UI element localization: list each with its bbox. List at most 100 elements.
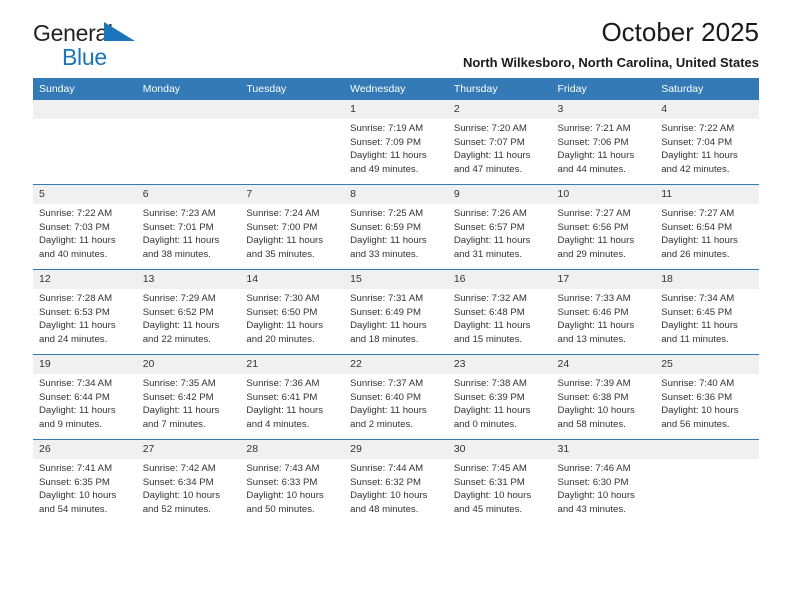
calendar-day-cell[interactable]: 20 Sunrise: 7:35 AM Sunset: 6:42 PM Dayligh…: [136, 354, 241, 440]
daylight-text-line1: Daylight: 11 hours: [246, 235, 324, 247]
day-number: 4: [655, 100, 759, 120]
day-number: [33, 100, 137, 119]
daylight-text-line1: Daylight: 11 hours: [661, 320, 738, 332]
sunrise-text: Sunrise: 7:20 AM: [453, 123, 527, 135]
day-details: Sunrise: 7:31 AM Sunset: 6:49 PM Daylight:…: [344, 289, 448, 346]
daylight-text-line1: Daylight: 11 hours: [661, 150, 738, 162]
sunrise-text: Sunrise: 7:27 AM: [557, 208, 631, 220]
calendar-day-cell[interactable]: 8 Sunrise: 7:25 AM Sunset: 6:59 PM Daylight…: [344, 184, 448, 270]
sunset-text: Sunset: 6:40 PM: [350, 391, 422, 403]
daylight-text-line2: and 48 minutes.: [350, 503, 419, 515]
calendar-day-cell[interactable]: 29 Sunrise: 7:44 AM Sunset: 6:32 PM Dayligh…: [344, 439, 448, 524]
calendar-day-cell-empty: [240, 100, 345, 185]
sunset-text: Sunset: 7:01 PM: [142, 221, 214, 233]
sunrise-text: Sunrise: 7:22 AM: [661, 123, 735, 135]
calendar-day-cell[interactable]: 16 Sunrise: 7:32 AM Sunset: 6:48 PM Dayligh…: [447, 269, 552, 355]
sunset-text: Sunset: 6:56 PM: [557, 221, 629, 233]
calendar-day-cell[interactable]: 17 Sunrise: 7:33 AM Sunset: 6:46 PM Dayligh…: [551, 269, 656, 355]
daylight-text-line1: Daylight: 10 hours: [142, 490, 221, 502]
sunset-text: Sunset: 6:39 PM: [453, 391, 525, 403]
daylight-text-line1: Daylight: 11 hours: [39, 235, 116, 247]
day-number: 20: [136, 355, 241, 375]
sunrise-text: Sunrise: 7:44 AM: [350, 463, 424, 475]
calendar-week-row: 12 Sunrise: 7:28 AM Sunset: 6:53 PM Dayligh…: [33, 269, 759, 355]
sunrise-text: Sunrise: 7:24 AM: [246, 208, 320, 220]
day-details: Sunrise: 7:34 AM Sunset: 6:45 PM Daylight:…: [655, 289, 759, 346]
daylight-text-line2: and 42 minutes.: [661, 163, 730, 175]
sunset-text: Sunset: 6:50 PM: [246, 306, 318, 318]
calendar-day-cell[interactable]: 3 Sunrise: 7:21 AM Sunset: 7:06 PM Daylight…: [551, 100, 656, 185]
daylight-text-line1: Daylight: 11 hours: [661, 235, 738, 247]
day-number: 6: [136, 185, 241, 205]
day-details: Sunrise: 7:36 AM Sunset: 6:41 PM Daylight:…: [240, 374, 344, 431]
calendar-day-cell[interactable]: 14 Sunrise: 7:30 AM Sunset: 6:50 PM Dayligh…: [240, 269, 345, 355]
sunset-text: Sunset: 7:03 PM: [39, 221, 110, 233]
day-details: Sunrise: 7:25 AM Sunset: 6:59 PM Daylight:…: [344, 204, 448, 261]
day-details: Sunrise: 7:29 AM Sunset: 6:52 PM Daylight:…: [137, 289, 241, 346]
calendar-day-cell[interactable]: 1 Sunrise: 7:19 AM Sunset: 7:09 PM Daylight…: [344, 100, 448, 185]
sunset-text: Sunset: 7:04 PM: [661, 136, 733, 148]
calendar-day-cell[interactable]: 5 Sunrise: 7:22 AM Sunset: 7:03 PM Daylight…: [33, 184, 137, 270]
calendar-day-cell[interactable]: 21 Sunrise: 7:36 AM Sunset: 6:41 PM Dayligh…: [240, 354, 345, 440]
brand-logo[interactable]: General Blue: [33, 22, 223, 72]
sunrise-text: Sunrise: 7:25 AM: [350, 208, 424, 220]
calendar-day-cell[interactable]: 30 Sunrise: 7:45 AM Sunset: 6:31 PM Dayligh…: [447, 439, 552, 524]
sunrise-text: Sunrise: 7:30 AM: [246, 293, 320, 305]
calendar-day-cell[interactable]: 26 Sunrise: 7:41 AM Sunset: 6:35 PM Dayligh…: [33, 439, 137, 524]
calendar-day-cell-empty: [655, 439, 759, 524]
day-details: Sunrise: 7:20 AM Sunset: 7:07 PM Daylight:…: [448, 119, 552, 176]
day-details: Sunrise: 7:46 AM Sunset: 6:30 PM Daylight:…: [552, 459, 656, 516]
calendar-day-cell[interactable]: 9 Sunrise: 7:26 AM Sunset: 6:57 PM Daylight…: [447, 184, 552, 270]
sunrise-text: Sunrise: 7:37 AM: [350, 378, 424, 390]
sunset-text: Sunset: 6:46 PM: [557, 306, 629, 318]
calendar-day-cell[interactable]: 31 Sunrise: 7:46 AM Sunset: 6:30 PM Dayligh…: [551, 439, 656, 524]
day-number: [655, 440, 759, 459]
day-number: 29: [344, 440, 448, 460]
calendar-day-cell[interactable]: 24 Sunrise: 7:39 AM Sunset: 6:38 PM Dayligh…: [551, 354, 656, 440]
sunset-text: Sunset: 7:09 PM: [350, 136, 422, 148]
calendar-day-cell[interactable]: 13 Sunrise: 7:29 AM Sunset: 6:52 PM Dayligh…: [136, 269, 241, 355]
daylight-text-line2: and 26 minutes.: [661, 248, 730, 260]
calendar-day-cell[interactable]: 27 Sunrise: 7:42 AM Sunset: 6:34 PM Dayligh…: [136, 439, 241, 524]
daylight-text-line1: Daylight: 11 hours: [350, 235, 427, 247]
day-details: Sunrise: 7:26 AM Sunset: 6:57 PM Daylight:…: [448, 204, 552, 261]
calendar-day-cell[interactable]: 4 Sunrise: 7:22 AM Sunset: 7:04 PM Daylight…: [655, 100, 759, 185]
sunset-text: Sunset: 6:42 PM: [142, 391, 214, 403]
sunset-text: Sunset: 6:38 PM: [557, 391, 629, 403]
calendar-day-cell[interactable]: 23 Sunrise: 7:38 AM Sunset: 6:39 PM Dayligh…: [447, 354, 552, 440]
daylight-text-line2: and 44 minutes.: [557, 163, 626, 175]
calendar-day-cell[interactable]: 15 Sunrise: 7:31 AM Sunset: 6:49 PM Dayligh…: [344, 269, 448, 355]
calendar-day-cell[interactable]: 12 Sunrise: 7:28 AM Sunset: 6:53 PM Dayligh…: [33, 269, 137, 355]
calendar-week-row: 5 Sunrise: 7:22 AM Sunset: 7:03 PM Daylight…: [33, 184, 759, 270]
day-number: 22: [344, 355, 448, 375]
sunrise-text: Sunrise: 7:40 AM: [661, 378, 735, 390]
day-number: 28: [240, 440, 345, 460]
daylight-text-line1: Daylight: 11 hours: [350, 405, 427, 417]
calendar-day-cell[interactable]: 2 Sunrise: 7:20 AM Sunset: 7:07 PM Daylight…: [447, 100, 552, 185]
day-details: Sunrise: 7:44 AM Sunset: 6:32 PM Daylight:…: [344, 459, 448, 516]
day-details: Sunrise: 7:43 AM Sunset: 6:33 PM Daylight:…: [240, 459, 344, 516]
calendar-day-cell[interactable]: 6 Sunrise: 7:23 AM Sunset: 7:01 PM Daylight…: [136, 184, 241, 270]
day-number: 9: [447, 185, 552, 205]
calendar-day-cell[interactable]: 10 Sunrise: 7:27 AM Sunset: 6:56 PM Dayligh…: [551, 184, 656, 270]
daylight-text-line2: and 31 minutes.: [453, 248, 523, 260]
day-details: Sunrise: 7:39 AM Sunset: 6:38 PM Daylight:…: [552, 374, 656, 431]
calendar-day-cell[interactable]: 11 Sunrise: 7:27 AM Sunset: 6:54 PM Dayligh…: [655, 184, 759, 270]
calendar-day-cell[interactable]: 7 Sunrise: 7:24 AM Sunset: 7:00 PM Daylight…: [240, 184, 345, 270]
daylight-text-line1: Daylight: 11 hours: [142, 235, 220, 247]
calendar-day-cell[interactable]: 28 Sunrise: 7:43 AM Sunset: 6:33 PM Dayligh…: [240, 439, 345, 524]
calendar-day-cell[interactable]: 18 Sunrise: 7:34 AM Sunset: 6:45 PM Dayligh…: [655, 269, 759, 355]
day-number: 14: [240, 270, 345, 290]
sunset-text: Sunset: 7:06 PM: [557, 136, 629, 148]
sunset-text: Sunset: 6:31 PM: [453, 476, 525, 488]
day-number: 18: [655, 270, 759, 290]
calendar-day-cell[interactable]: 19 Sunrise: 7:34 AM Sunset: 6:44 PM Dayligh…: [33, 354, 137, 440]
daylight-text-line2: and 24 minutes.: [39, 333, 108, 345]
calendar-day-cell[interactable]: 22 Sunrise: 7:37 AM Sunset: 6:40 PM Dayligh…: [344, 354, 448, 440]
daylight-text-line1: Daylight: 10 hours: [557, 405, 635, 417]
sunset-text: Sunset: 6:33 PM: [246, 476, 318, 488]
daylight-text-line2: and 52 minutes.: [142, 503, 211, 515]
daylight-text-line2: and 13 minutes.: [557, 333, 626, 345]
daylight-text-line2: and 47 minutes.: [453, 163, 523, 175]
calendar-day-cell[interactable]: 25 Sunrise: 7:40 AM Sunset: 6:36 PM Dayligh…: [655, 354, 759, 440]
